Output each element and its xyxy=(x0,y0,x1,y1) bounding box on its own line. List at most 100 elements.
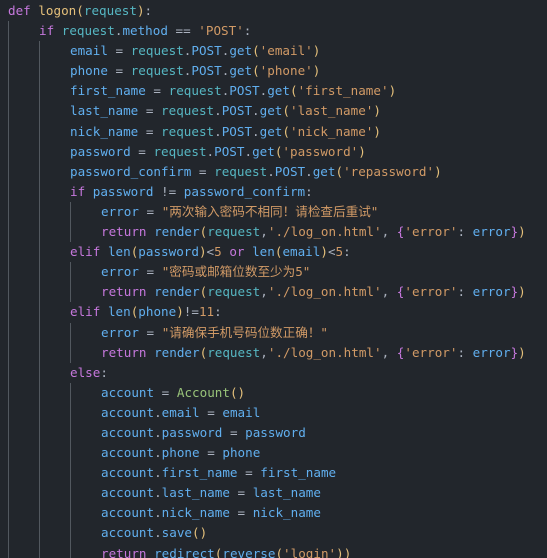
code-line[interactable]: nick_name = request.POST.get('nick_name'… xyxy=(0,122,547,142)
code-token: error xyxy=(472,344,511,360)
code-token: email xyxy=(222,404,261,420)
code-token: password xyxy=(245,424,306,440)
code-line[interactable]: elif len(password)<5 or len(email)<5: xyxy=(0,242,547,262)
code-token: password xyxy=(161,424,223,440)
code-line[interactable]: account = Account() xyxy=(0,383,547,403)
code-token: : xyxy=(144,3,153,18)
code-line[interactable]: email = request.POST.get('email') xyxy=(0,41,547,61)
code-token: . xyxy=(154,505,162,521)
code-token: return xyxy=(101,344,147,360)
code-token: ) xyxy=(518,344,526,360)
code-line[interactable]: error = "请确保手机号码位数正确！" xyxy=(0,323,547,343)
code-editor[interactable]: def logon(request): if request.method == … xyxy=(0,0,547,558)
code-line[interactable]: elif len(phone)!=11: xyxy=(0,302,547,322)
code-token: = xyxy=(198,163,207,179)
code-token: get xyxy=(267,83,290,99)
code-line[interactable]: password = request.POST.get('password') xyxy=(0,142,547,162)
code-token: get xyxy=(229,63,253,79)
code-token: ) xyxy=(312,63,321,79)
code-token: render xyxy=(154,224,200,240)
code-line[interactable]: first_name = request.POST.get('first_nam… xyxy=(0,81,547,101)
code-token: account xyxy=(101,404,155,420)
code-token: = xyxy=(229,424,238,440)
code-token: , xyxy=(260,224,268,240)
code-token: len xyxy=(107,304,131,320)
code-line[interactable]: return render(request,'./log_on.html', {… xyxy=(0,222,547,242)
code-token: or xyxy=(229,244,245,260)
code-line[interactable]: def logon(request): xyxy=(0,1,547,21)
code-token: len xyxy=(252,244,275,260)
code-token: get xyxy=(252,143,275,159)
code-token: ) xyxy=(373,103,381,119)
code-token: . xyxy=(214,103,222,119)
code-token: account xyxy=(101,525,155,541)
code-token: request xyxy=(153,143,207,159)
code-token: def xyxy=(8,3,31,18)
code-token: get xyxy=(312,163,336,179)
code-token: != xyxy=(161,183,177,199)
code-line[interactable]: last_name = request.POST.get('last_name'… xyxy=(0,101,547,121)
code-token: Account xyxy=(176,384,230,400)
code-token: : xyxy=(243,23,252,39)
code-line[interactable]: account.nick_name = nick_name xyxy=(0,503,547,523)
code-line[interactable]: return render(request,'./log_on.html', {… xyxy=(0,282,547,302)
code-line[interactable]: return redirect(reverse('login')) xyxy=(0,544,547,558)
code-token: save xyxy=(161,525,193,541)
code-token: ) xyxy=(518,224,526,240)
code-token: ) xyxy=(388,83,397,99)
code-content[interactable]: def logon(request): if request.method == … xyxy=(0,0,547,558)
code-line[interactable]: error = "两次输入密码不相同！请检查后重试" xyxy=(0,202,547,222)
code-token: . xyxy=(206,143,215,159)
code-line[interactable]: account.save() xyxy=(0,523,547,543)
code-token: : xyxy=(343,244,351,260)
code-token: POST xyxy=(214,143,245,159)
code-token: == xyxy=(175,23,191,39)
code-line[interactable]: account.last_name = last_name xyxy=(0,483,547,503)
code-token: ) xyxy=(199,525,208,541)
code-line[interactable]: if request.method == 'POST': xyxy=(0,21,547,41)
code-line[interactable]: if password != password_confirm: xyxy=(0,182,547,202)
code-token: if xyxy=(70,183,86,199)
code-token: ( xyxy=(192,525,200,541)
code-token: . xyxy=(305,163,313,179)
code-token: : xyxy=(457,224,466,240)
code-token: ( xyxy=(282,103,290,119)
code-line[interactable]: password_confirm = request.POST.get('rep… xyxy=(0,162,547,182)
code-token: . xyxy=(267,163,275,179)
code-token: . xyxy=(154,445,162,461)
code-line[interactable]: phone = request.POST.get('phone') xyxy=(0,61,547,81)
code-token: POST xyxy=(191,43,222,59)
code-line[interactable]: account.password = password xyxy=(0,423,547,443)
code-token: error xyxy=(472,284,511,300)
code-line[interactable]: error = "密码或邮箱位数至少为5" xyxy=(0,262,547,282)
code-token: . xyxy=(154,424,162,440)
code-token: 'error' xyxy=(404,224,458,240)
code-token: logon xyxy=(38,3,77,18)
code-token: ( xyxy=(252,43,260,59)
code-token: 'error' xyxy=(404,344,458,360)
code-token: : xyxy=(457,344,466,360)
code-token: = xyxy=(237,505,246,521)
code-line[interactable]: else: xyxy=(0,363,547,383)
code-line[interactable]: account.first_name = first_name xyxy=(0,463,547,483)
code-line[interactable]: account.phone = phone xyxy=(0,443,547,463)
code-token: ) xyxy=(320,244,328,260)
code-token: = xyxy=(153,83,162,99)
code-token: if xyxy=(39,23,55,39)
code-token: phone xyxy=(222,445,261,461)
code-token: : xyxy=(305,183,313,199)
code-line[interactable]: account.email = email xyxy=(0,403,547,423)
code-line[interactable]: return render(request,'./log_on.html', {… xyxy=(0,343,547,363)
code-token: get xyxy=(259,123,283,139)
